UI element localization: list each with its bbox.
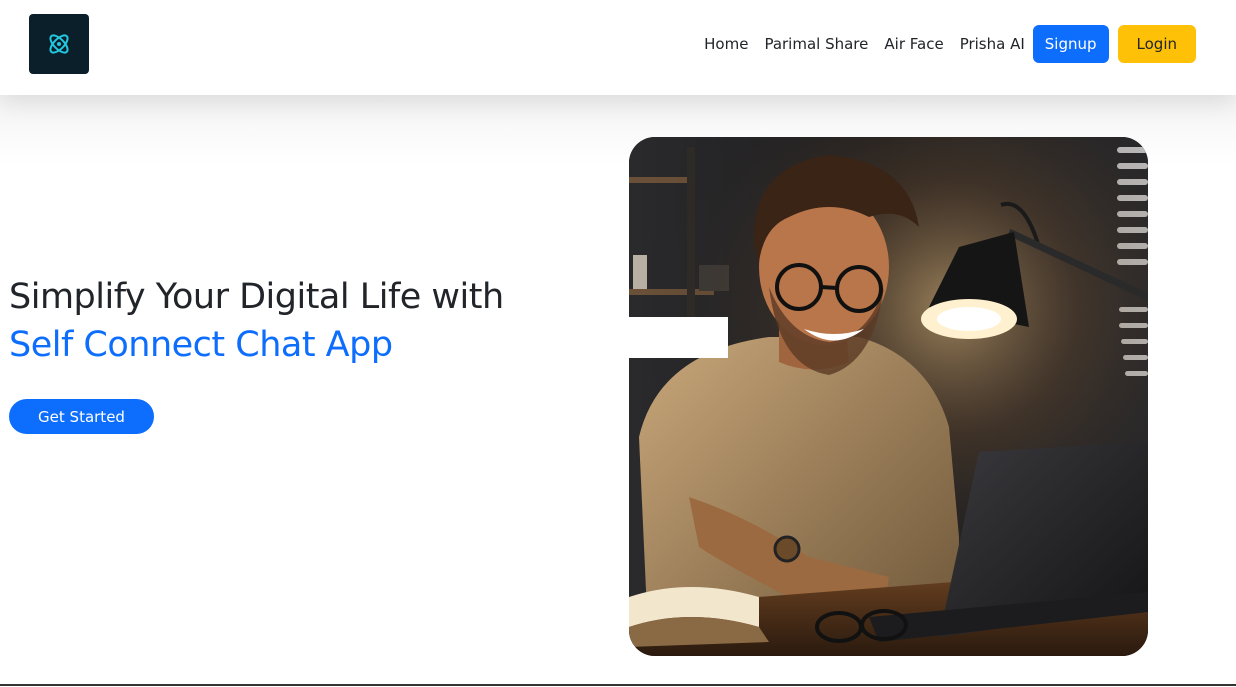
hero-image [629,137,1148,656]
logo[interactable] [29,14,89,74]
hero-photo-illustration [629,137,1148,656]
get-started-button[interactable]: Get Started [9,399,154,434]
nav-link-prisha-ai[interactable]: Prisha AI [952,25,1033,63]
nav-link-air-face[interactable]: Air Face [876,25,951,63]
footer-divider [0,684,1236,686]
hero-heading: Simplify Your Digital Life with Self Con… [9,273,609,369]
nav-link-parimal-share[interactable]: Parimal Share [756,25,876,63]
nav-links: Home Parimal Share Air Face Prisha AI Si… [696,25,1196,63]
atom-icon [49,34,69,54]
login-button[interactable]: Login [1117,25,1196,63]
image-overlay-patch [629,317,728,358]
nav-link-home[interactable]: Home [696,25,756,63]
signup-button[interactable]: Signup [1032,25,1109,63]
navbar: Home Parimal Share Air Face Prisha AI Si… [0,0,1236,95]
hero-title-line2: Self Connect Chat App [9,325,393,365]
hero-title-line1: Simplify Your Digital Life with [9,277,504,317]
